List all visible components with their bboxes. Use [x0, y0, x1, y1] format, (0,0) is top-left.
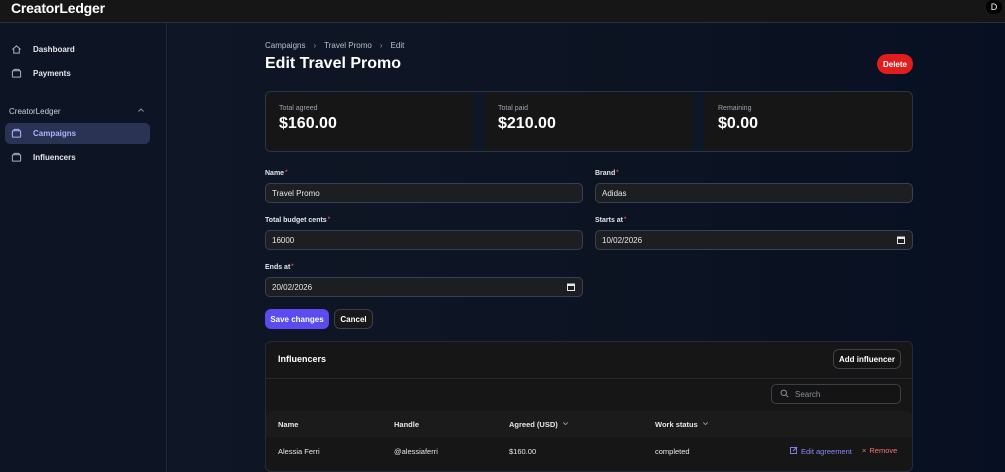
column-work-status[interactable]: Work status: [655, 420, 709, 429]
remove-link[interactable]: × Remove: [862, 446, 897, 455]
brand-value: Adidas: [602, 188, 627, 198]
sidebar-item-dashboard[interactable]: Dashboard: [5, 39, 150, 60]
chevron-right-icon: ›: [379, 41, 383, 50]
edit-agreement-link[interactable]: Edit agreement: [790, 446, 852, 456]
user-avatar[interactable]: D: [986, 0, 1002, 14]
home-icon: [10, 43, 23, 56]
save-changes-button[interactable]: Save changes: [265, 309, 329, 329]
search-input[interactable]: [795, 389, 895, 399]
breadcrumb-edit: Edit: [390, 41, 405, 50]
required-marker: *: [327, 217, 331, 223]
ends-value: 20/02/2026: [272, 282, 313, 292]
wallet-icon: [10, 67, 23, 80]
box-icon: [10, 151, 23, 164]
stat-label: Remaining: [718, 105, 752, 112]
brand-label-text: Brand: [595, 170, 616, 177]
column-label: Name: [278, 420, 299, 429]
calendar-icon[interactable]: [567, 283, 575, 291]
column-agreed[interactable]: Agreed (USD): [509, 420, 569, 429]
edit-agreement-label: Edit agreement: [801, 446, 852, 456]
cancel-button[interactable]: Cancel: [334, 309, 373, 329]
name-field[interactable]: Travel Promo: [265, 183, 583, 203]
name-value: Travel Promo: [272, 188, 320, 198]
stat-divider: [473, 92, 485, 151]
sidebar-section-toggle[interactable]: CreatorLedger: [9, 105, 145, 117]
breadcrumb-travel-promo[interactable]: Travel Promo: [324, 41, 372, 50]
budget-label: Total budget cents*: [265, 217, 330, 224]
top-bar: CreatorLedger D: [0, 0, 1005, 23]
budget-label-text: Total budget cents: [265, 217, 327, 224]
calendar-icon[interactable]: [897, 236, 905, 244]
column-name[interactable]: Name: [278, 420, 298, 429]
chevron-down-icon: [702, 420, 709, 429]
chevron-down-icon: [562, 420, 569, 429]
sidebar-item-label: Dashboard: [33, 45, 75, 54]
stat-label: Total paid: [498, 105, 528, 112]
search-icon: [780, 389, 789, 400]
sidebar-item-label: Influencers: [33, 153, 76, 162]
divider: [266, 378, 912, 379]
stat-label: Total agreed: [279, 105, 318, 112]
ends-label-text: Ends at: [265, 264, 291, 271]
influencers-title: Influencers: [278, 354, 327, 364]
box-icon: [10, 127, 23, 140]
breadcrumb: Campaigns › Travel Promo › Edit: [265, 41, 404, 50]
close-icon: ×: [862, 446, 867, 455]
page-title: Edit Travel Promo: [265, 55, 402, 72]
sidebar-item-label: Payments: [33, 69, 71, 78]
app-logo[interactable]: CreatorLedger: [11, 0, 105, 16]
ends-label: Ends at*: [265, 264, 294, 271]
starts-label-text: Starts at: [595, 217, 624, 224]
brand-field[interactable]: Adidas: [595, 183, 913, 203]
sidebar-item-payments[interactable]: Payments: [5, 63, 150, 84]
column-label: Agreed (USD): [509, 420, 558, 429]
cell-status: completed: [655, 447, 690, 456]
main-content: Campaigns › Travel Promo › Edit Edit Tra…: [168, 23, 1005, 472]
starts-date-field[interactable]: 10/02/2026: [595, 230, 913, 250]
stat-divider: [692, 92, 704, 151]
table-header: Name Handle Agreed (USD) Work status: [266, 411, 912, 437]
table-row: Alessia Ferri @alessiaferri $160.00 comp…: [266, 437, 912, 465]
stat-value: $210.00: [498, 115, 556, 132]
name-label: Name*: [265, 170, 287, 177]
column-label: Handle: [394, 420, 420, 429]
required-marker: *: [285, 170, 288, 176]
column-handle[interactable]: Handle: [394, 420, 419, 429]
stats-panel: Total agreed $160.00 Total paid $210.00 …: [265, 91, 913, 152]
cell-name: Alessia Ferri: [278, 447, 320, 456]
sidebar: Dashboard Payments CreatorLedger Campaig…: [0, 23, 167, 472]
budget-value: 16000: [272, 235, 295, 245]
cell-handle: @alessiaferri: [394, 447, 438, 456]
chevron-up-icon: [137, 106, 145, 116]
required-marker: *: [624, 217, 627, 223]
starts-label: Starts at*: [595, 217, 626, 224]
breadcrumb-campaigns[interactable]: Campaigns: [265, 41, 305, 50]
stat-remaining: Remaining $0.00: [705, 92, 912, 151]
stat-total-paid: Total paid $210.00: [485, 92, 692, 151]
name-label-text: Name: [265, 170, 285, 177]
sidebar-section-label: CreatorLedger: [9, 106, 61, 116]
required-marker: *: [291, 264, 294, 270]
chevron-right-icon: ›: [313, 41, 317, 50]
edit-icon: [790, 446, 798, 456]
remove-label: Remove: [869, 446, 898, 455]
brand-label: Brand*: [595, 170, 619, 177]
cell-agreed: $160.00: [509, 447, 537, 456]
add-influencer-button[interactable]: Add influencer: [833, 349, 901, 369]
required-marker: *: [616, 170, 619, 176]
column-label: Work status: [655, 420, 698, 429]
stat-total-agreed: Total agreed $160.00: [266, 92, 473, 151]
influencers-panel: Influencers Add influencer Name Handle A…: [265, 341, 913, 472]
sidebar-item-influencers[interactable]: Influencers: [5, 147, 150, 168]
sidebar-item-campaigns[interactable]: Campaigns: [5, 123, 150, 144]
starts-value: 10/02/2026: [602, 235, 643, 245]
sidebar-item-label: Campaigns: [33, 129, 77, 138]
ends-date-field[interactable]: 20/02/2026: [265, 277, 583, 297]
stat-value: $0.00: [718, 115, 759, 132]
stat-value: $160.00: [279, 115, 337, 132]
search-box[interactable]: [771, 384, 901, 404]
delete-button[interactable]: Delete: [877, 54, 913, 74]
budget-field[interactable]: 16000: [265, 230, 583, 250]
